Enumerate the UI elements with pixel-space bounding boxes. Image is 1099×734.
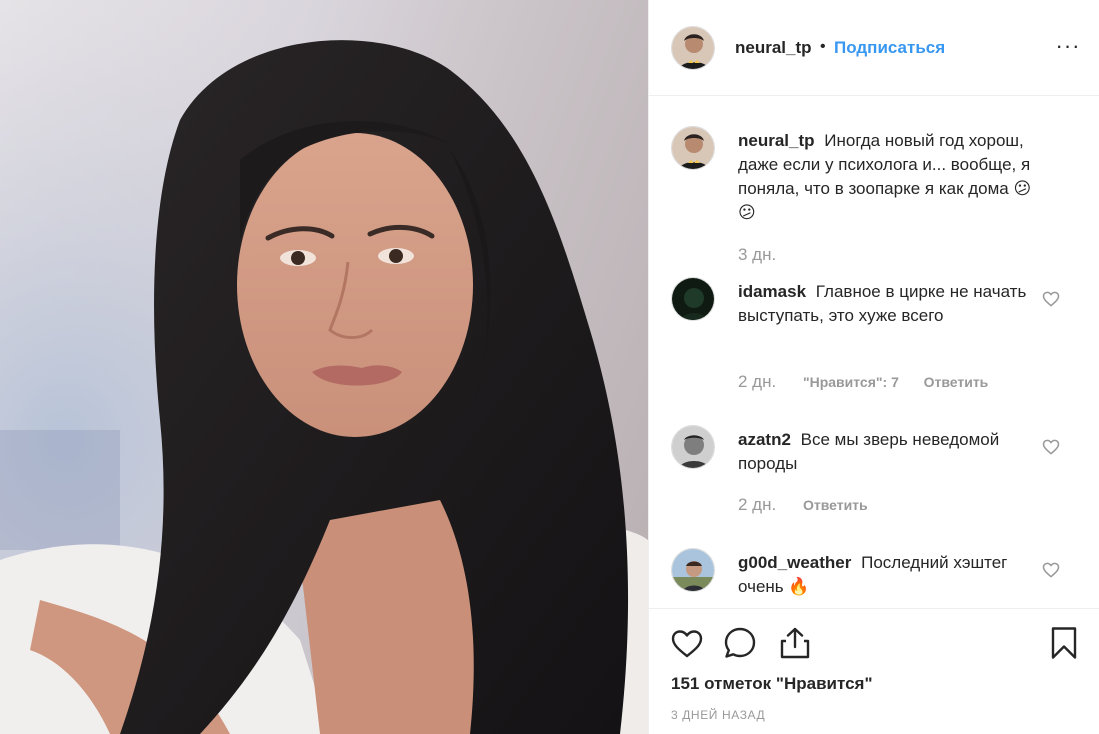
commenter-avatar-image	[672, 278, 714, 320]
comment-username[interactable]: g00d_weather	[738, 553, 851, 572]
share-icon[interactable]	[777, 625, 813, 661]
comment-meta: 2 дн. Ответить	[738, 495, 888, 515]
commenter-avatar[interactable]	[671, 277, 715, 321]
comment-text-block: g00d_weather Последний хэштег очень 🔥	[738, 551, 1038, 599]
comment-text-block: idamask Главное в цирке не начать выступ…	[738, 280, 1038, 328]
comment-like-heart-icon[interactable]	[1041, 560, 1061, 580]
caption-username[interactable]: neural_tp	[738, 131, 815, 150]
more-options-icon[interactable]: ···	[1055, 35, 1081, 58]
post-photo[interactable]	[0, 0, 648, 734]
commenter-avatar[interactable]	[671, 548, 715, 592]
comment-username[interactable]: idamask	[738, 282, 806, 301]
photo-illustration	[0, 0, 648, 734]
commenter-avatar-image	[672, 549, 714, 591]
post-panel: neural_tp • Подписаться ··· neural_tp Ин…	[648, 0, 1099, 734]
comment-time[interactable]: 2 дн.	[738, 495, 776, 514]
separator-dot: •	[820, 38, 826, 55]
commenter-avatar[interactable]	[671, 425, 715, 469]
commenter-avatar-image	[672, 426, 714, 468]
caption-avatar-image	[672, 127, 714, 169]
author-username[interactable]: neural_tp	[735, 38, 812, 58]
author-avatar[interactable]	[671, 26, 715, 70]
caption-avatar[interactable]	[671, 126, 715, 170]
post-header: neural_tp • Подписаться ···	[649, 0, 1099, 96]
author-avatar-image	[672, 27, 714, 69]
caption-text-block: neural_tp Иногда новый год хорош, даже е…	[738, 129, 1038, 225]
post-timestamp[interactable]: 3 ДНЕЙ НАЗАД	[671, 708, 765, 722]
comment-time[interactable]: 2 дн.	[738, 372, 776, 391]
follow-button[interactable]: Подписаться	[834, 38, 945, 58]
comment-meta: 2 дн. "Нравится": 7 Ответить	[738, 372, 1008, 392]
bookmark-icon[interactable]	[1046, 625, 1082, 661]
comment-icon[interactable]	[722, 625, 758, 661]
comment-like-heart-icon[interactable]	[1041, 289, 1061, 309]
caption-time[interactable]: 3 дн.	[738, 245, 776, 264]
caption-meta: 3 дн.	[738, 245, 798, 265]
likes-count[interactable]: 151 отметок "Нравится"	[671, 674, 873, 694]
heart-icon[interactable]	[669, 625, 705, 661]
comments-list[interactable]: neural_tp Иногда новый год хорош, даже е…	[649, 97, 1099, 607]
comment-like-heart-icon[interactable]	[1041, 437, 1061, 457]
post-actions: 151 отметок "Нравится" 3 ДНЕЙ НАЗАД	[649, 608, 1099, 734]
comment-username[interactable]: azatn2	[738, 430, 791, 449]
comment-reply-button[interactable]: Ответить	[924, 374, 989, 390]
comment-likes[interactable]: "Нравится": 7	[803, 374, 899, 390]
comment-reply-button[interactable]: Ответить	[803, 497, 868, 513]
comment-text-block: azatn2 Все мы зверь неведомой породы	[738, 428, 1038, 476]
